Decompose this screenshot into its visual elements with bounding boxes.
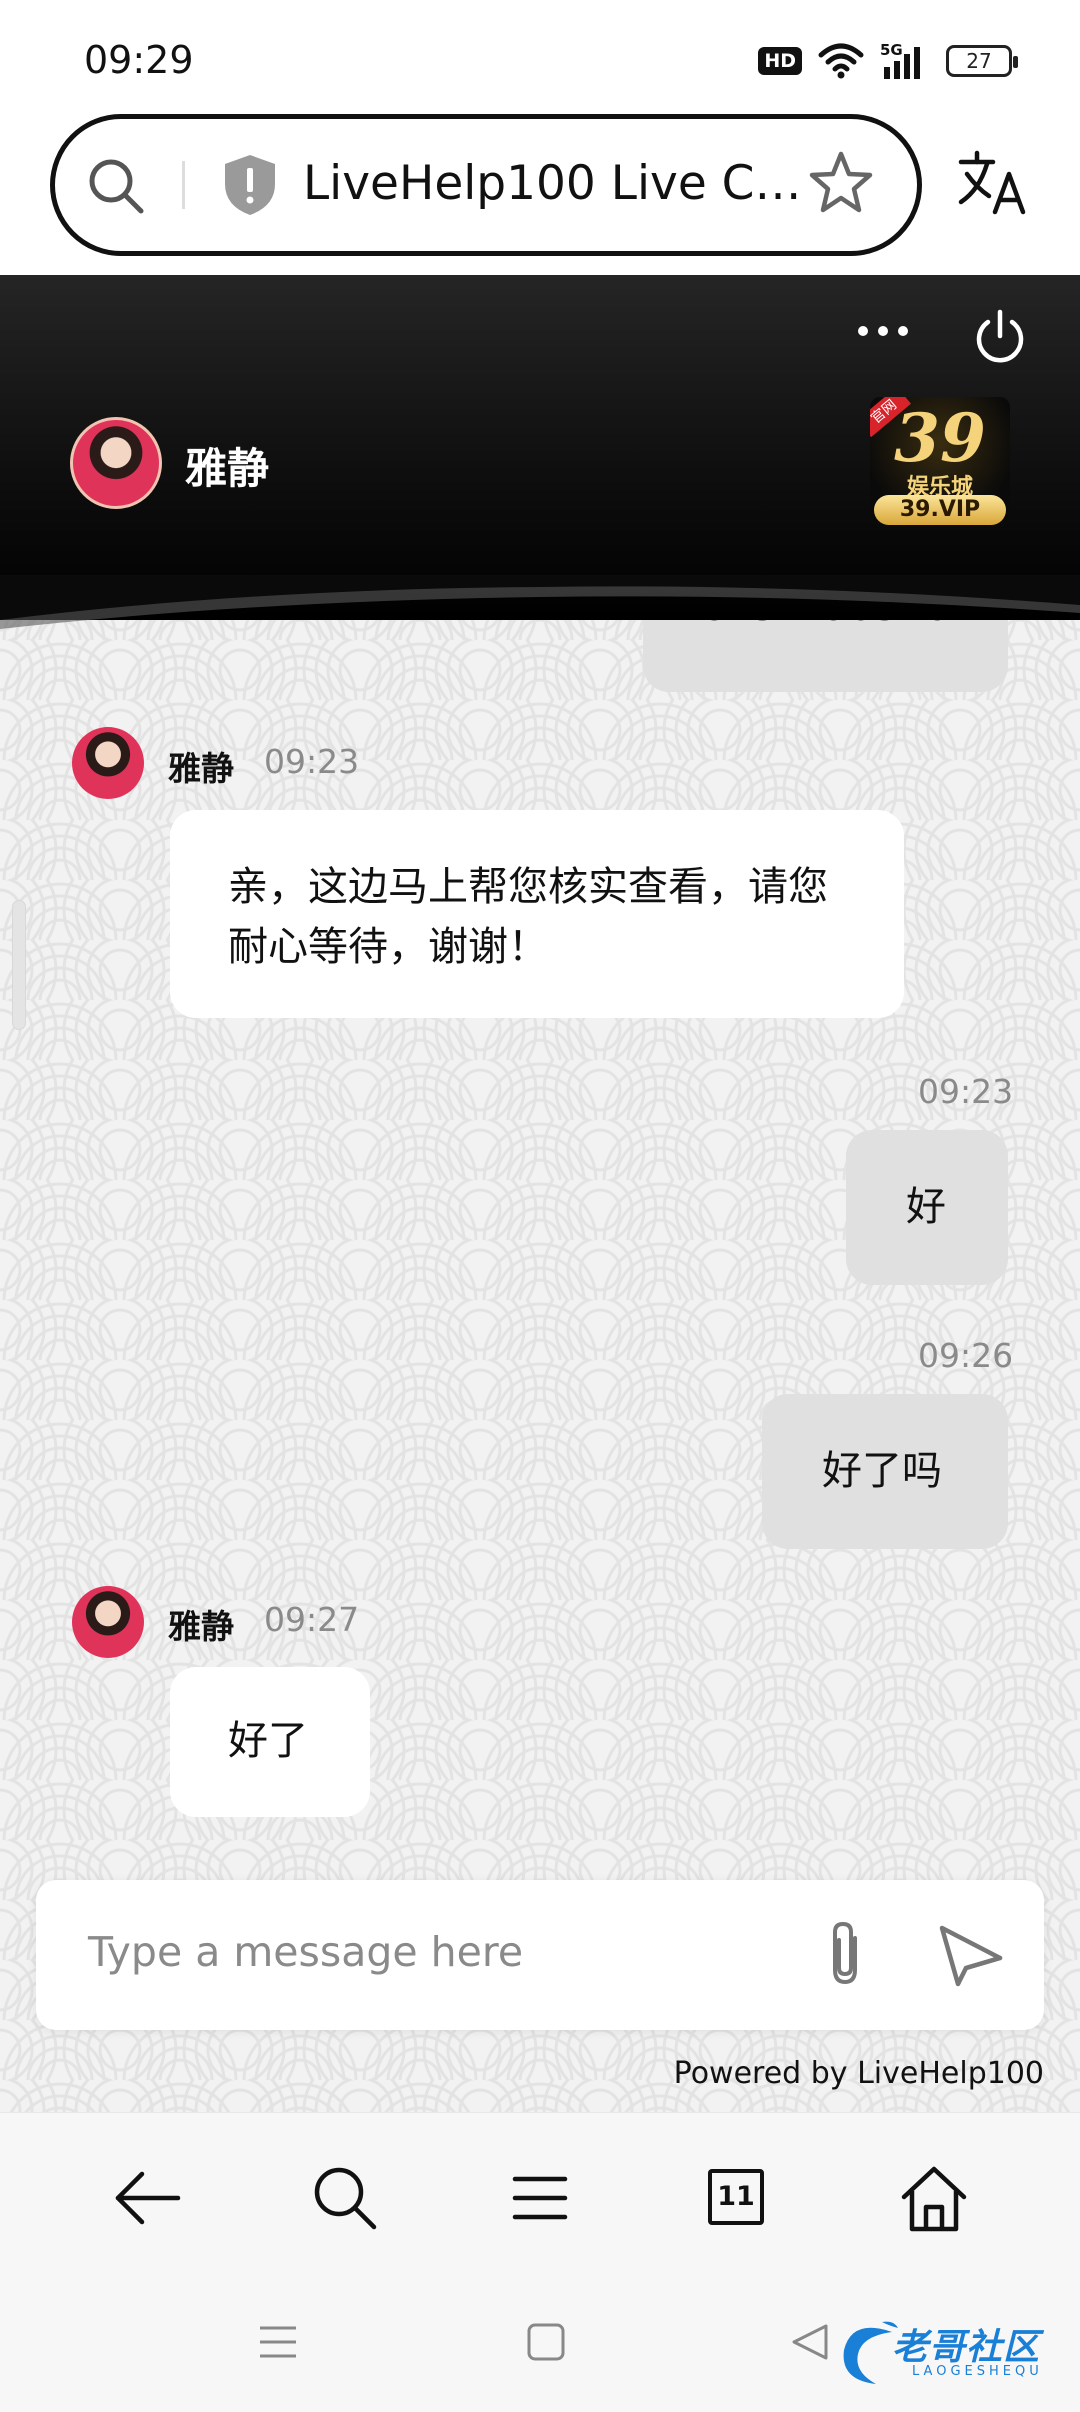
watermark-text: 老哥社区 <box>892 2327 1041 2368</box>
brand-logo: 39 娱乐城 39.VIP 官网 <box>870 397 1010 527</box>
message-text: 好了 <box>228 1718 308 1764</box>
signal-5g-icon: 5G <box>880 41 920 79</box>
battery-level: 27 <box>966 49 992 73</box>
browser-address-area: LiveHelp100 Live Ch... <box>0 110 1080 275</box>
home-square-icon[interactable] <box>526 2322 566 2362</box>
search-icon[interactable] <box>85 155 149 219</box>
powered-by-label: Powered by LiveHelp100 <box>673 2056 1044 2091</box>
tabs-button[interactable]: 11 <box>708 2169 764 2225</box>
hd-badge: HD <box>758 47 802 75</box>
message-time: 09:23 <box>918 1072 1014 1111</box>
status-icons: HD 5G 27 <box>758 38 1018 84</box>
user-message-bubble: 好了吗 <box>762 1394 1008 1549</box>
address-bar[interactable]: LiveHelp100 Live Ch... <box>50 114 922 256</box>
translate-icon[interactable] <box>955 150 1027 216</box>
svg-text:5G: 5G <box>880 41 903 59</box>
message-time: 09:26 <box>918 1336 1014 1375</box>
tab-count: 11 <box>708 2169 764 2225</box>
message-text: 好 <box>906 1184 946 1230</box>
back-triangle-icon[interactable] <box>790 2322 830 2362</box>
browser-toolbar: 11 <box>0 2112 1080 2282</box>
page-title[interactable]: LiveHelp100 Live Ch... <box>303 156 823 211</box>
agent-avatar <box>70 417 162 509</box>
user-message-bubble: 好 <box>846 1130 1008 1285</box>
message-text: 好了吗 <box>822 1448 942 1494</box>
home-icon[interactable] <box>898 2163 970 2235</box>
address-divider <box>182 161 185 209</box>
more-options-icon[interactable] <box>855 320 911 342</box>
message-time: 09:27 <box>264 1600 360 1639</box>
header-wave-divider <box>0 575 1080 629</box>
send-icon[interactable] <box>936 1922 1006 1988</box>
message-composer[interactable]: Type a message here <box>36 1880 1044 2030</box>
power-icon[interactable] <box>972 308 1028 366</box>
scroll-handle[interactable] <box>12 900 26 1030</box>
attachment-icon[interactable] <box>821 1918 871 1990</box>
star-icon[interactable] <box>807 149 875 217</box>
agent-message-bubble: 好了 <box>170 1667 370 1817</box>
recent-apps-icon[interactable] <box>258 2322 298 2362</box>
back-arrow-icon[interactable] <box>112 2163 182 2233</box>
message-sender: 雅静 <box>168 1607 234 1646</box>
chat-header: 雅静 39 娱乐城 39.VIP 官网 <box>0 275 1080 620</box>
agent-message-bubble: 亲，这边马上帮您核实查看，请您耐心等待，谢谢！ <box>170 810 904 1018</box>
search-icon[interactable] <box>310 2163 380 2233</box>
message-input[interactable]: Type a message here <box>88 1928 523 1976</box>
status-bar: 09:29 HD 5G 27 <box>0 0 1080 110</box>
message-sender: 雅静 <box>168 749 234 788</box>
shield-icon[interactable] <box>220 152 280 218</box>
message-time: 09:23 <box>264 742 360 781</box>
watermark-subtext: LAOGESHEQU <box>912 2364 1043 2379</box>
menu-icon[interactable] <box>505 2163 575 2233</box>
watermark: 老哥社区 LAOGESHEQU <box>832 2314 1072 2392</box>
brand-logo-vip: 39.VIP <box>874 495 1006 525</box>
app-root: 09:29 HD 5G 27 LiveHelp100 Live Ch... 雅静… <box>0 0 1080 2412</box>
message-avatar <box>72 1586 144 1658</box>
wifi-icon <box>818 43 864 79</box>
battery-indicator: 27 <box>946 45 1018 77</box>
agent-name: 雅静 <box>185 444 270 493</box>
status-time: 09:29 <box>84 38 194 82</box>
message-text: 亲，这边马上帮您核实查看，请您耐心等待，谢谢！ <box>228 864 828 970</box>
message-avatar <box>72 727 144 799</box>
